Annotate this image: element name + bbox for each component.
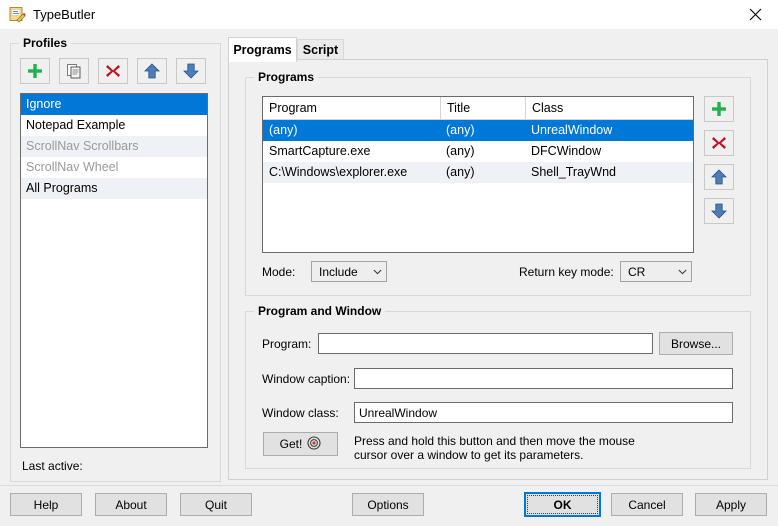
window-caption-input[interactable] — [354, 368, 733, 389]
move-profile-up-button[interactable] — [137, 58, 167, 84]
arrow-down-icon — [183, 63, 199, 79]
get-hint-line-2: cursor over a window to get its paramete… — [354, 448, 584, 462]
program-input[interactable] — [318, 333, 653, 354]
titlebar-divider — [0, 29, 778, 30]
cell-class: DFCWindow — [531, 144, 602, 158]
window-title: TypeButler — [33, 7, 96, 22]
column-header-title[interactable]: Title — [440, 97, 525, 119]
add-program-button[interactable] — [704, 96, 734, 122]
mode-value: Include — [319, 264, 358, 279]
arrow-up-icon — [711, 169, 727, 185]
cell-program: SmartCapture.exe — [269, 144, 371, 158]
tab-label: Script — [302, 43, 339, 57]
target-icon — [307, 435, 321, 453]
help-button[interactable]: Help — [10, 493, 82, 516]
list-item[interactable]: ScrollNav Wheel — [21, 157, 207, 178]
profile-label: Ignore — [26, 97, 62, 111]
profile-label: Notepad Example — [26, 118, 126, 132]
programs-table[interactable]: Program Title Class (any) (any) UnrealWi… — [262, 96, 694, 253]
cell-program: (any) — [269, 123, 298, 137]
tab-script[interactable]: Script — [297, 39, 344, 60]
table-row[interactable]: C:\Windows\explorer.exe (any) Shell_Tray… — [263, 162, 693, 183]
last-active-label: Last active: — [22, 459, 83, 473]
return-key-mode-select[interactable]: CR — [620, 261, 692, 282]
mode-select[interactable]: Include — [311, 261, 387, 282]
get-hint-line-1: Press and hold this button and then move… — [354, 434, 635, 448]
program-and-window-group-label: Program and Window — [254, 304, 386, 318]
profile-label: ScrollNav Scrollbars — [26, 139, 139, 153]
table-header: Program Title Class — [263, 97, 693, 120]
delete-x-icon — [106, 65, 120, 77]
cell-class: Shell_TrayWnd — [531, 165, 616, 179]
plus-icon — [28, 64, 42, 78]
cell-class: UnrealWindow — [531, 123, 613, 137]
list-item[interactable]: All Programs — [21, 178, 207, 199]
chevron-down-icon — [368, 269, 386, 275]
profile-label: All Programs — [26, 181, 98, 195]
about-button-label: About — [115, 497, 147, 512]
return-key-mode-label: Return key mode: — [519, 265, 614, 279]
ok-button[interactable]: OK — [524, 492, 601, 517]
tab-strip: Programs Script — [228, 37, 768, 62]
plus-icon — [712, 102, 726, 116]
cell-program: C:\Windows\explorer.exe — [269, 165, 408, 179]
table-row[interactable]: (any) (any) UnrealWindow — [263, 120, 693, 141]
column-header-program[interactable]: Program — [263, 97, 440, 119]
delete-x-icon — [712, 137, 726, 149]
delete-program-button[interactable] — [704, 130, 734, 156]
help-button-label: Help — [33, 497, 59, 512]
arrow-up-icon — [144, 63, 160, 79]
get-button[interactable]: Get! — [263, 432, 338, 456]
focus-rectangle — [527, 495, 598, 514]
options-button[interactable]: Options — [352, 493, 424, 516]
footer-divider — [0, 485, 778, 486]
get-button-label: Get! — [279, 437, 303, 451]
move-program-up-button[interactable] — [704, 164, 734, 190]
list-item[interactable]: ScrollNav Scrollbars — [21, 136, 207, 157]
browse-button-label: Browse... — [670, 336, 721, 351]
list-item[interactable]: Notepad Example — [21, 115, 207, 136]
about-button[interactable]: About — [95, 493, 167, 516]
cell-title: (any) — [446, 165, 475, 179]
cell-title: (any) — [446, 123, 475, 137]
title-bar: TypeButler — [0, 0, 778, 29]
apply-button[interactable]: Apply — [695, 493, 767, 516]
copy-profile-button[interactable] — [59, 58, 89, 84]
profiles-group-label: Profiles — [19, 36, 72, 50]
move-program-down-button[interactable] — [704, 198, 734, 224]
tab-label: Programs — [233, 43, 292, 57]
mode-label: Mode: — [262, 265, 296, 279]
quit-button-label: Quit — [204, 497, 227, 512]
profiles-list[interactable]: Ignore Notepad Example ScrollNav Scrollb… — [20, 93, 208, 448]
profile-label: ScrollNav Wheel — [26, 160, 119, 174]
programs-group-label: Programs — [254, 70, 319, 84]
window-class-input[interactable] — [354, 402, 733, 423]
cell-title: (any) — [446, 144, 475, 158]
copy-icon — [67, 64, 81, 79]
app-icon — [9, 6, 26, 23]
return-key-mode-value: CR — [628, 264, 646, 279]
table-row[interactable]: SmartCapture.exe (any) DFCWindow — [263, 141, 693, 162]
close-icon[interactable] — [732, 0, 778, 29]
list-item[interactable]: Ignore — [21, 94, 207, 115]
column-header-class[interactable]: Class — [525, 97, 693, 119]
chevron-down-icon — [673, 269, 691, 275]
arrow-down-icon — [711, 203, 727, 219]
cancel-button[interactable]: Cancel — [611, 493, 683, 516]
quit-button[interactable]: Quit — [180, 493, 252, 516]
cancel-button-label: Cancel — [628, 497, 666, 512]
get-button-hint: Press and hold this button and then move… — [354, 434, 635, 462]
window-caption-label: Window caption: — [262, 372, 351, 386]
apply-button-label: Apply — [715, 497, 747, 512]
move-profile-down-button[interactable] — [176, 58, 206, 84]
options-button-label: Options — [367, 497, 409, 512]
add-profile-button[interactable] — [20, 58, 50, 84]
tab-programs[interactable]: Programs — [228, 37, 297, 62]
browse-button[interactable]: Browse... — [659, 332, 733, 355]
application-window: TypeButler Profiles Ignore Notepad Examp… — [0, 0, 778, 526]
window-class-label: Window class: — [262, 406, 339, 420]
program-field-label: Program: — [262, 337, 312, 351]
delete-profile-button[interactable] — [98, 58, 128, 84]
